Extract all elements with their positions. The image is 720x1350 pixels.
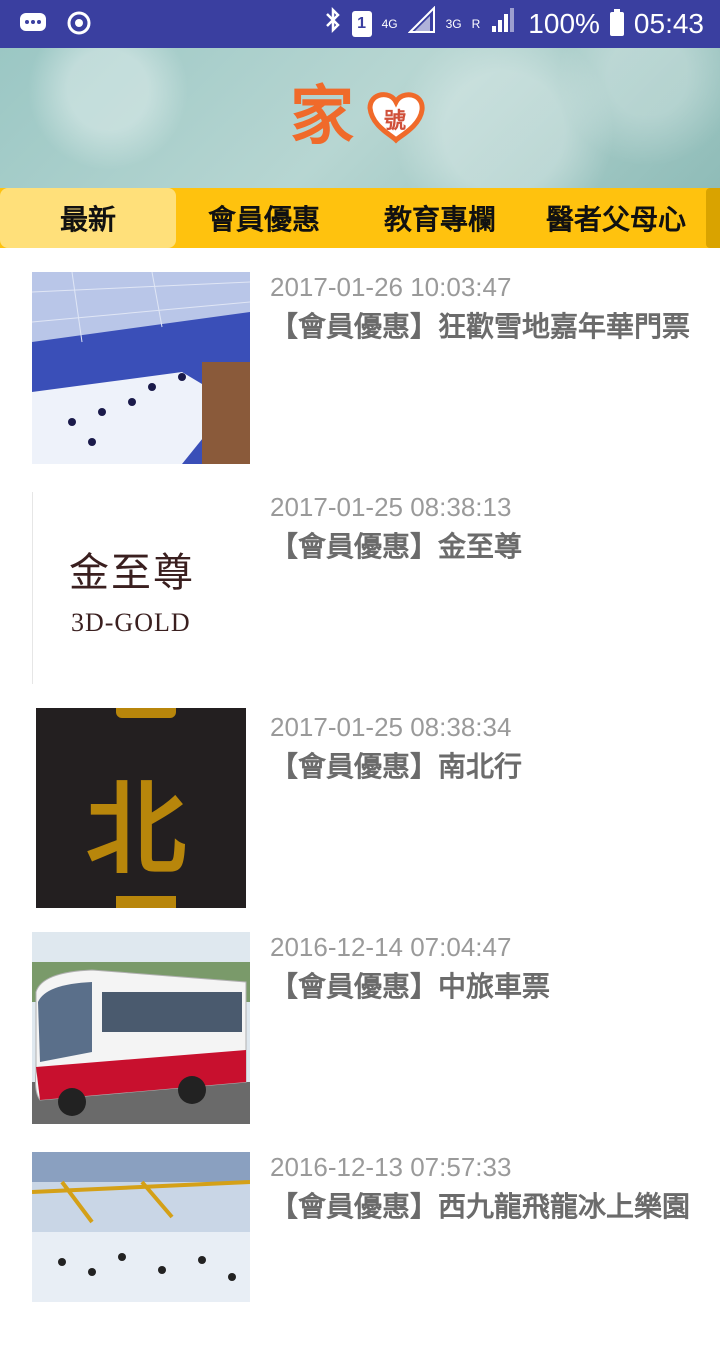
signal-icon — [407, 5, 436, 41]
thumb-glyph-bottom — [116, 896, 176, 908]
article-date: 2016-12-14 07:04:47 — [270, 932, 512, 962]
tab-doctor-parents[interactable]: 醫者父母心 — [528, 188, 704, 248]
battery-icon — [609, 8, 624, 36]
bluetooth-icon — [324, 6, 342, 41]
list-item[interactable]: 北 2017-01-25 08:38:34 【會員優惠】南北行 — [0, 690, 720, 910]
network-4g-label: 4G — [381, 16, 398, 31]
logo-text-main: 家 — [290, 79, 354, 154]
article-date: 2016-12-13 07:57:33 — [270, 1152, 512, 1182]
sync-icon — [64, 8, 94, 38]
list-item[interactable]: 2016-12-14 07:04:47 【會員優惠】中旅車票 — [0, 910, 720, 1130]
article-date: 2017-01-26 10:03:47 — [270, 272, 512, 302]
tab-member-offers[interactable]: 會員優惠 — [176, 188, 352, 248]
tab-bar: 最新 會員優惠 教育專欄 醫者父母心 — [0, 188, 720, 248]
tab-overflow-edge — [706, 188, 720, 248]
message-icon — [18, 8, 48, 38]
nanbeihang-thumbnail: 北 — [36, 708, 246, 908]
article-date: 2017-01-25 08:38:13 — [270, 492, 512, 522]
tab-education[interactable]: 教育專欄 — [352, 188, 528, 248]
list-item[interactable]: 2017-01-26 10:03:47 【會員優惠】狂歡雪地嘉年華門票 — [0, 250, 720, 470]
ice-park-thumbnail — [32, 272, 250, 464]
sim-icon: 1 — [351, 10, 372, 37]
app-logo: 家 號 — [290, 68, 430, 168]
battery-percent: 100% — [528, 7, 600, 39]
thumb-glyph-top — [116, 708, 176, 718]
thumb-logo-text: 金至尊 — [69, 550, 195, 596]
article-title: 【會員優惠】西九龍飛龍冰上樂園 — [270, 1190, 691, 1223]
clock: 05:43 — [633, 7, 704, 39]
app-header: 家 號 — [0, 48, 720, 188]
article-date: 2017-01-25 08:38:34 — [270, 712, 512, 742]
tab-latest[interactable]: 最新 — [0, 188, 176, 248]
article-title: 【會員優惠】中旅車票 — [270, 970, 551, 1003]
roaming-label: R — [471, 16, 481, 31]
3d-gold-thumbnail: 金至尊 3D-GOLD — [32, 492, 251, 684]
list-item[interactable]: 2016-12-13 07:57:33 【會員優惠】西九龍飛龍冰上樂園 — [0, 1130, 720, 1350]
article-title: 【會員優惠】狂歡雪地嘉年華門票 — [270, 310, 691, 343]
list-item[interactable]: 金至尊 3D-GOLD 2017-01-25 08:38:13 【會員優惠】金至… — [0, 470, 720, 690]
thumb-logo-subtext: 3D-GOLD — [71, 608, 191, 637]
article-title: 【會員優惠】南北行 — [270, 750, 523, 783]
signal-icon-2 — [490, 6, 518, 41]
network-3g-label: 3G — [445, 16, 462, 31]
bus-thumbnail — [32, 932, 250, 1124]
article-title: 【會員優惠】金至尊 — [270, 530, 523, 563]
status-bar: 1 4G 3G R 100% 05:43 — [0, 0, 720, 48]
logo-text-small: 號 — [384, 109, 406, 134]
thumb-glyph: 北 — [86, 770, 186, 888]
